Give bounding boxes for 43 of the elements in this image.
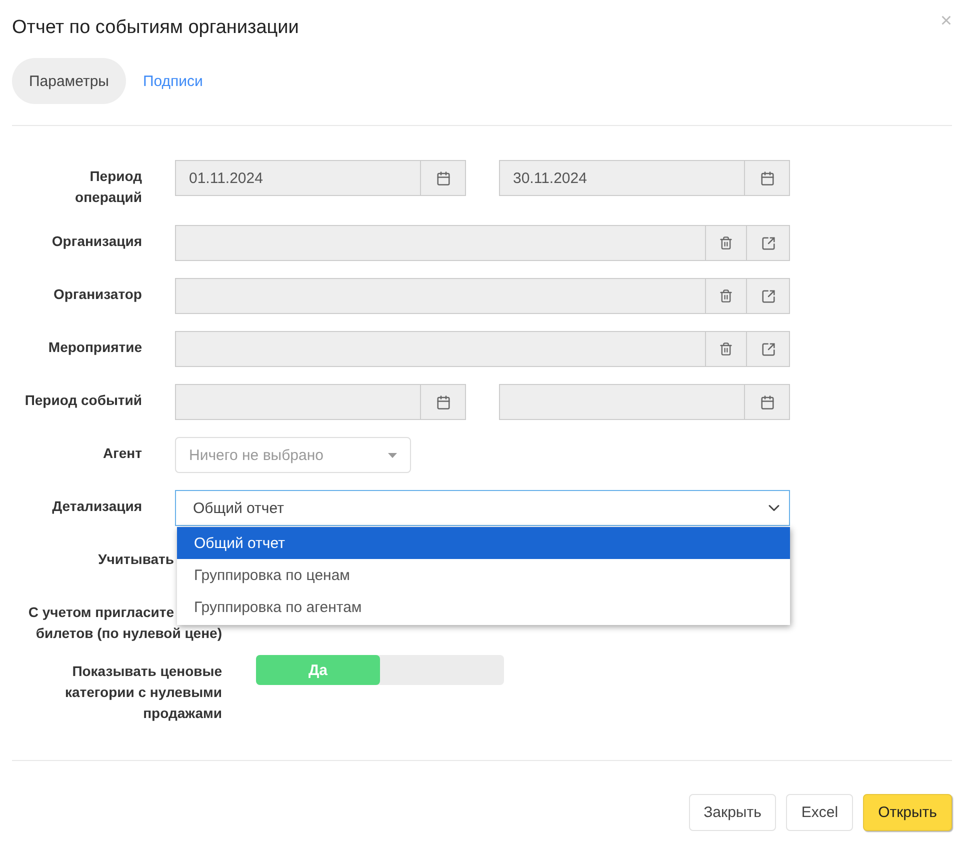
field-label: Период — [90, 167, 142, 186]
calendar-icon — [436, 394, 450, 410]
field-label: Агент — [102, 444, 142, 463]
external-link-icon — [760, 236, 776, 250]
caret-icon — [388, 452, 397, 458]
date-field[interactable] — [175, 384, 466, 420]
dialog-button[interactable]: Excel — [786, 794, 854, 831]
trash-icon — [719, 342, 733, 356]
field-label: категории с нулевыми — [64, 683, 222, 702]
lookup-field[interactable] — [175, 225, 790, 261]
dialog-button[interactable]: Открыть — [863, 794, 952, 831]
field-label: Организация — [52, 232, 142, 251]
dialog-button[interactable]: Закрыть — [688, 794, 776, 831]
tab[interactable]: Параметры — [12, 58, 126, 104]
lookup-field[interactable] — [175, 331, 790, 367]
lookup-field[interactable] — [175, 278, 790, 314]
trash-icon — [719, 289, 733, 303]
dialog-title: Отчет по событиям организации — [12, 17, 299, 40]
field-label: Период событий — [24, 391, 142, 410]
external-link-icon — [760, 342, 776, 356]
date-value: 30.11.2024 — [513, 170, 587, 186]
toggle-on-segment: Да — [256, 655, 380, 685]
calendar-icon — [760, 170, 774, 186]
external-link-icon — [760, 288, 776, 304]
calendar-icon — [436, 170, 450, 186]
date-field[interactable]: 01.11.2024 — [175, 160, 466, 196]
detail-select[interactable]: Общий отчет — [175, 490, 790, 526]
field-label: операций — [75, 188, 142, 207]
date-field[interactable] — [499, 384, 790, 420]
dropdown-option[interactable]: Общий отчет — [177, 527, 790, 559]
field-label: Учитывать — [98, 550, 175, 569]
date-value: 01.11.2024 — [189, 170, 263, 186]
dropdown-option[interactable]: Группировка по ценам — [177, 559, 790, 591]
field-label: Организатор — [54, 285, 142, 304]
calendar-icon — [760, 394, 774, 410]
field-label: Мероприятие — [48, 338, 142, 357]
dropdown-option[interactable]: Группировка по агентам — [177, 591, 790, 623]
field-label: Показывать ценовые — [72, 662, 222, 681]
date-field[interactable]: 30.11.2024 — [499, 160, 790, 196]
field-label: Детализация — [52, 497, 142, 516]
trash-icon — [719, 236, 733, 250]
field-label: билетов (по нулевой цене) — [36, 624, 222, 643]
field-label: продажами — [143, 704, 222, 723]
